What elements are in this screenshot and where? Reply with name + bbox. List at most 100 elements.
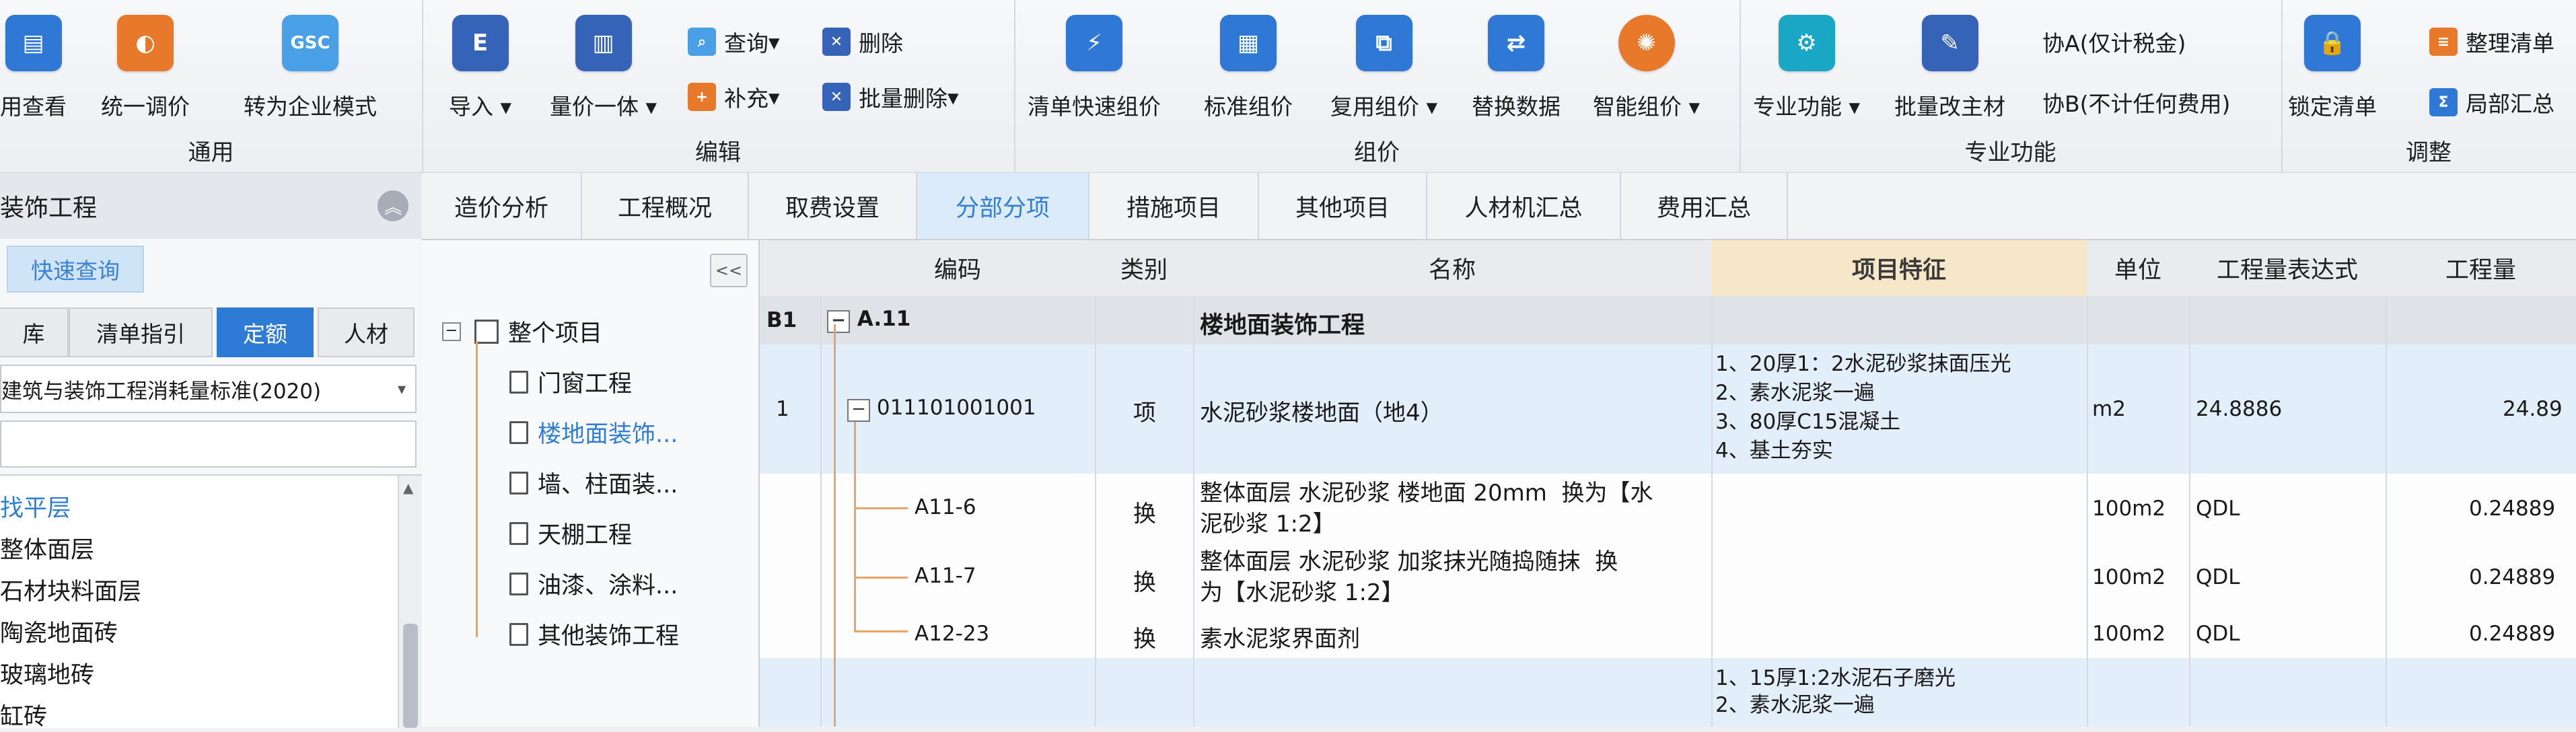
quick-query-button[interactable]: 快速查询 [7, 246, 144, 293]
row-code: A11-6 [915, 495, 976, 519]
lock-list-button[interactable]: 🔒 锁定清单 [2288, 15, 2377, 121]
tree-root[interactable]: − 整个项目 [442, 314, 602, 349]
collapse-icon[interactable]: ︽ [378, 190, 408, 221]
row-type: 换 [1133, 569, 1156, 596]
group-label-adjust: 调整 [2406, 139, 2452, 166]
col-header-code[interactable]: 编码 [820, 240, 1096, 297]
view-button[interactable]: ▤ 用查看 [0, 15, 67, 121]
lib-tab-material[interactable]: 人材 [318, 307, 415, 357]
assist-b-button[interactable]: 协B(不计任何费用) [2042, 86, 2230, 118]
row-name: 水泥砂浆楼地面（地4） [1200, 400, 1443, 427]
quota-category-list: 找平层 整体面层 石材块料面层 陶瓷地面砖 玻璃地砖 缸砖 ▲ [0, 474, 422, 731]
row-unit: m2 [2092, 397, 2126, 421]
group-label-professional: 专业功能 [1964, 139, 2056, 166]
left-library-panel: 装饰工程 ︽ 快速查询 库 清单指引 定额 人材 建筑与装饰工程消耗量标准(20… [0, 173, 423, 731]
supplement-button[interactable]: + 补充 ▾ [688, 81, 780, 113]
tab-measures[interactable]: 措施项目 [1089, 173, 1259, 239]
main-tabs: 造价分析 工程概况 取费设置 分部分项 措施项目 其他项目 人材机汇总 费用汇总 [422, 173, 2576, 240]
list-item[interactable]: 缸砖 [0, 698, 47, 732]
organize-list-button[interactable]: ≡ 整理清单 [2429, 26, 2554, 58]
tab-divisions[interactable]: 分部分项 [917, 173, 1089, 239]
lib-tab-library[interactable]: 库 [0, 307, 69, 357]
collapse-row-icon[interactable]: − [827, 310, 850, 333]
smart-pricing-button[interactable]: ✺ 智能组价 ▾ [1593, 15, 1700, 121]
col-header-name[interactable]: 名称 [1193, 240, 1713, 297]
query-button[interactable]: ⌕ 查询 ▾ [688, 26, 780, 58]
list-item[interactable]: 石材块料面层 [0, 573, 141, 607]
tree-expand-icon[interactable]: − [442, 322, 461, 341]
tab-project-overview[interactable]: 工程概况 [582, 173, 749, 239]
lock-icon: 🔒 [2304, 15, 2361, 71]
collapse-row-icon[interactable]: − [847, 399, 870, 422]
tree-node[interactable]: 其他装饰工程 [509, 617, 679, 651]
tab-fee-summary[interactable]: 费用汇总 [1621, 173, 1788, 239]
grid-tree-connector [854, 507, 908, 509]
bill-grid: 编码 类别 名称 项目特征 单位 工程量表达式 工程量 B1 − A.11 楼地… [760, 240, 2576, 727]
batch-material-button[interactable]: ✎ 批量改主材 [1894, 15, 2005, 121]
trash-icon: ✕ [822, 28, 851, 56]
section-row[interactable]: B1 − A.11 楼地面装饰工程 [760, 296, 2576, 346]
table-row[interactable]: 1、15厚1:2水泥石子磨光 2、素水泥浆一遍 [760, 658, 2576, 727]
lib-tab-quota[interactable]: 定额 [217, 307, 314, 357]
col-header-rowno [760, 240, 822, 297]
tree-collapse-button[interactable]: << [710, 254, 748, 287]
project-icon [474, 319, 499, 344]
row-type: 项 [1133, 400, 1156, 427]
replace-data-button[interactable]: ⇄ 替换数据 [1472, 15, 1561, 121]
standard-pricing-button[interactable]: ▦ 标准组价 [1204, 15, 1293, 121]
col-header-qty[interactable]: 工程量 [2386, 240, 2576, 297]
table-row[interactable]: A11-6 换 整体面层 水泥砂浆 楼地面 20mm 换为【水 泥砂浆 1:2】… [760, 474, 2576, 545]
list-item[interactable]: 整体面层 [0, 531, 94, 565]
grid-tree-connector [854, 630, 908, 632]
table-row[interactable]: A12-23 换 素水泥浆界面剂 100m2 QDL 0.24889 [760, 611, 2576, 659]
batch-delete-button[interactable]: ✕ 批量删除 ▾ [822, 81, 959, 113]
table-row[interactable]: A11-7 换 整体面层 水泥砂浆 加浆抹光随捣随抹 换 为【水泥砂浆 1:2】… [760, 544, 2576, 612]
assist-a-button[interactable]: 协A(仅计税金) [2042, 26, 2186, 58]
scroll-thumb[interactable] [403, 624, 418, 728]
scroll-up-icon[interactable]: ▲ [403, 480, 413, 496]
delete-button[interactable]: ✕ 删除 [822, 26, 903, 58]
quick-pricing-button[interactable]: ⚡ 清单快速组价 [1028, 15, 1161, 121]
tree-node[interactable]: 天棚工程 [509, 516, 632, 550]
col-header-type[interactable]: 类别 [1095, 240, 1194, 297]
tree-node[interactable]: 门窗工程 [509, 365, 632, 399]
ribbon-group-professional: ⚙ 专业功能 ▾ ✎ 批量改主材 协A(仅计税金) 协B(不计任何费用) 专业功… [1740, 0, 2283, 172]
col-header-unit[interactable]: 单位 [2087, 240, 2190, 297]
edit-material-icon: ✎ [1921, 15, 1978, 71]
panel-title: 装饰工程 [0, 194, 98, 222]
import-button[interactable]: E 导入 ▾ [449, 15, 511, 121]
standard-select[interactable]: 建筑与装饰工程消耗量标准(2020) ▾ [0, 365, 417, 413]
tab-other-items[interactable]: 其他项目 [1259, 173, 1427, 239]
filter-input[interactable] [0, 420, 417, 468]
partial-summary-button[interactable]: Σ 局部汇总 [2429, 86, 2554, 118]
row-qty: 24.89 [2503, 397, 2563, 421]
row-name: 整体面层 水泥砂浆 楼地面 20mm 换为【水 泥砂浆 1:2】 [1200, 480, 1653, 538]
reuse-pricing-button[interactable]: ⧉ 复用组价 ▾ [1330, 15, 1437, 121]
tab-cost-analysis[interactable]: 造价分析 [422, 173, 582, 239]
list-scrollbar[interactable]: ▲ [398, 476, 422, 728]
tree-node[interactable]: 油漆、涂料... [509, 566, 678, 601]
col-header-features[interactable]: 项目特征 [1711, 240, 2088, 297]
qty-price-button[interactable]: ▥ 量价一体 ▾ [550, 15, 657, 121]
col-header-expr[interactable]: 工程量表达式 [2189, 240, 2387, 297]
row-no: 1 [776, 397, 789, 421]
group-label-general: 通用 [188, 139, 234, 166]
group-label-pricing: 组价 [1354, 139, 1400, 166]
library-tabs: 库 清单指引 定额 人材 [0, 307, 422, 357]
lib-tab-guide[interactable]: 清单指引 [69, 307, 213, 357]
row-features: 1、15厚1:2水泥石子磨光 2、素水泥浆一遍 [1715, 666, 1956, 717]
unified-adjust-button[interactable]: ◐ 统一调价 [101, 15, 190, 121]
professional-button[interactable]: ⚙ 专业功能 ▾ [1753, 15, 1860, 121]
enterprise-mode-button[interactable]: GSC 转为企业模式 [244, 15, 377, 121]
tab-fee-settings[interactable]: 取费设置 [749, 173, 917, 239]
batch-delete-icon: ✕ [822, 83, 851, 111]
ribbon-group-adjust: 🔒 锁定清单 ≡ 整理清单 Σ 局部汇总 调整 [2281, 0, 2576, 172]
tree-node[interactable]: 墙、柱面装... [509, 466, 678, 500]
list-item[interactable]: 玻璃地砖 [0, 656, 94, 690]
list-item[interactable]: 找平层 [0, 489, 71, 523]
row-type: 换 [1133, 501, 1156, 527]
table-row[interactable]: 1 − 011101001001 项 水泥砂浆楼地面（地4） 1、20厚1：2水… [760, 344, 2576, 475]
tab-labor-material[interactable]: 人材机汇总 [1427, 173, 1621, 239]
list-item[interactable]: 陶瓷地面砖 [0, 614, 118, 649]
tree-node[interactable]: 楼地面装饰... [509, 415, 678, 449]
